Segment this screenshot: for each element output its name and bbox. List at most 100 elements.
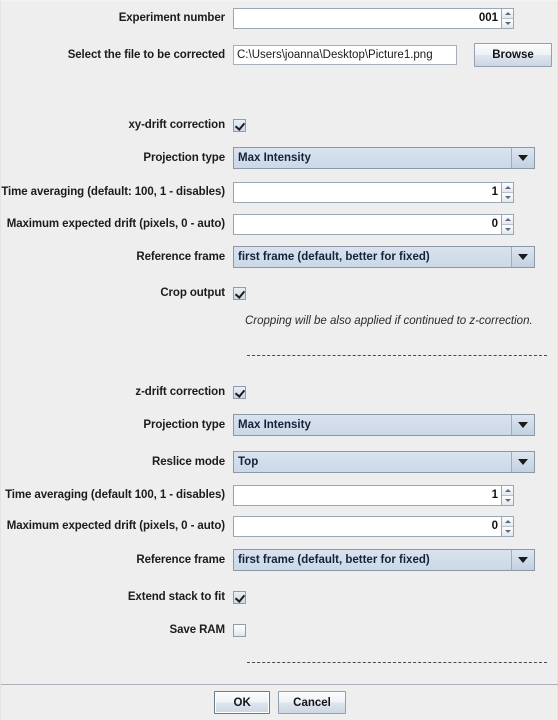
save-ram-checkbox[interactable]	[233, 623, 246, 637]
arrow-up-icon	[504, 11, 511, 15]
row-xy-projection-type: Projection type Max Intensity	[1, 147, 558, 169]
row-save-ram: Save RAM	[1, 619, 558, 641]
xy-time-averaging-spinner-buttons	[501, 181, 514, 203]
ok-button[interactable]: OK	[214, 691, 271, 714]
arrow-down-icon	[504, 529, 511, 533]
section-separator-1	[247, 355, 547, 356]
label-experiment-number: Experiment number	[118, 12, 225, 24]
triangle-down-glyph	[518, 254, 528, 260]
spinner-up-button[interactable]	[502, 485, 513, 496]
label-z-drift-correction: z-drift correction	[135, 386, 225, 398]
z-projection-type-combobox[interactable]: Max Intensity	[233, 414, 535, 436]
row-z-reference-frame: Reference frame first frame (default, be…	[1, 549, 558, 571]
arrow-down-icon	[504, 227, 511, 231]
experiment-number-input[interactable]: 001	[233, 7, 501, 29]
spinner-down-button[interactable]	[502, 224, 513, 234]
field-xy-drift-correction	[233, 118, 246, 132]
label-xy-time-averaging: Time averaging (default: 100, 1 - disabl…	[1, 186, 225, 198]
arrow-down-icon	[504, 498, 511, 502]
spinner-up-button[interactable]	[502, 214, 513, 225]
xy-reference-frame-value: first frame (default, better for fixed)	[234, 247, 512, 267]
crop-output-checkbox[interactable]	[233, 286, 246, 300]
field-extend-stack-to-fit	[233, 590, 246, 604]
chevron-down-icon[interactable]	[512, 550, 534, 570]
field-crop-output	[233, 286, 246, 300]
field-xy-reference-frame: first frame (default, better for fixed)	[233, 246, 535, 268]
xy-reference-frame-combobox[interactable]: first frame (default, better for fixed)	[233, 246, 535, 268]
field-experiment-number: 001	[233, 7, 514, 29]
label-xy-max-drift: Maximum expected drift (pixels, 0 - auto…	[6, 218, 225, 230]
arrow-up-icon	[504, 217, 511, 221]
z-reference-frame-combobox[interactable]: first frame (default, better for fixed)	[233, 549, 535, 571]
spinner-up-button[interactable]	[502, 516, 513, 527]
chevron-down-icon[interactable]	[512, 415, 534, 435]
label-z-max-drift: Maximum expected drift (pixels, 0 - auto…	[6, 520, 225, 532]
xy-projection-type-value: Max Intensity	[234, 148, 512, 168]
spinner-down-button[interactable]	[502, 192, 513, 202]
row-crop-output: Crop output	[1, 282, 558, 304]
spinner-down-button[interactable]	[502, 495, 513, 505]
row-z-projection-type: Projection type Max Intensity	[1, 414, 558, 436]
z-reslice-mode-combobox[interactable]: Top	[233, 451, 535, 473]
arrow-down-icon	[504, 21, 511, 25]
label-xy-reference-frame: Reference frame	[136, 251, 225, 263]
row-z-reslice-mode: Reslice mode Top	[1, 451, 558, 473]
cropping-note: Cropping will be also applied if continu…	[245, 315, 533, 327]
arrow-up-icon	[504, 185, 511, 189]
arrow-down-icon	[504, 195, 511, 199]
chevron-down-icon[interactable]	[512, 148, 534, 168]
extend-stack-to-fit-checkbox[interactable]	[233, 590, 246, 604]
spinner-down-button[interactable]	[502, 18, 513, 28]
spinner-up-button[interactable]	[502, 182, 513, 193]
experiment-number-spinner[interactable]: 001	[233, 7, 514, 29]
label-save-ram: Save RAM	[169, 624, 226, 636]
drift-correction-dialog: Experiment number 001 Select the file to…	[0, 0, 558, 720]
z-max-drift-spinner[interactable]: 0	[233, 515, 514, 537]
row-xy-time-averaging: Time averaging (default: 100, 1 - disabl…	[1, 181, 558, 203]
xy-projection-type-combobox[interactable]: Max Intensity	[233, 147, 535, 169]
xy-time-averaging-spinner[interactable]: 1	[233, 181, 514, 203]
row-extend-stack-to-fit: Extend stack to fit	[1, 586, 558, 608]
field-xy-max-drift: 0	[233, 213, 514, 235]
spinner-up-button[interactable]	[502, 8, 513, 19]
row-xy-max-drift: Maximum expected drift (pixels, 0 - auto…	[1, 213, 558, 235]
z-drift-correction-checkbox[interactable]	[233, 385, 246, 399]
row-experiment-number: Experiment number 001	[1, 7, 558, 29]
label-z-reference-frame: Reference frame	[136, 554, 225, 566]
z-reference-frame-value: first frame (default, better for fixed)	[234, 550, 512, 570]
row-select-file: Select the file to be corrected C:\Users…	[1, 43, 558, 67]
z-time-averaging-spinner[interactable]: 1	[233, 484, 514, 506]
xy-max-drift-input[interactable]: 0	[233, 213, 501, 235]
row-xy-reference-frame: Reference frame first frame (default, be…	[1, 246, 558, 268]
cancel-button[interactable]: Cancel	[278, 691, 346, 714]
file-path-input[interactable]: C:\Users\joanna\Desktop\Picture1.png	[233, 45, 457, 65]
label-xy-projection-type: Projection type	[143, 152, 225, 164]
button-bar: OK Cancel	[1, 691, 558, 714]
field-xy-projection-type: Max Intensity	[233, 147, 535, 169]
triangle-down-glyph	[518, 422, 528, 428]
xy-time-averaging-input[interactable]: 1	[233, 181, 501, 203]
field-z-time-averaging: 1	[233, 484, 514, 506]
row-z-max-drift: Maximum expected drift (pixels, 0 - auto…	[1, 515, 558, 537]
field-z-projection-type: Max Intensity	[233, 414, 535, 436]
field-z-reslice-mode: Top	[233, 451, 535, 473]
label-xy-drift-correction: xy-drift correction	[128, 119, 225, 131]
xy-drift-correction-checkbox[interactable]	[233, 118, 246, 132]
field-z-drift-correction	[233, 385, 246, 399]
z-max-drift-spinner-buttons	[501, 515, 514, 537]
z-time-averaging-input[interactable]: 1	[233, 484, 501, 506]
chevron-down-icon[interactable]	[512, 247, 534, 267]
xy-max-drift-spinner[interactable]: 0	[233, 213, 514, 235]
label-z-projection-type: Projection type	[143, 419, 225, 431]
chevron-down-icon[interactable]	[512, 452, 534, 472]
browse-button[interactable]: Browse	[474, 43, 552, 67]
field-z-reference-frame: first frame (default, better for fixed)	[233, 549, 535, 571]
spinner-down-button[interactable]	[502, 526, 513, 536]
label-extend-stack-to-fit: Extend stack to fit	[127, 591, 225, 603]
triangle-down-glyph	[518, 155, 528, 161]
z-max-drift-input[interactable]: 0	[233, 515, 501, 537]
row-z-drift-correction: z-drift correction	[1, 381, 558, 403]
z-reslice-mode-value: Top	[234, 452, 512, 472]
triangle-down-glyph	[518, 459, 528, 465]
experiment-number-spinner-buttons	[501, 7, 514, 29]
